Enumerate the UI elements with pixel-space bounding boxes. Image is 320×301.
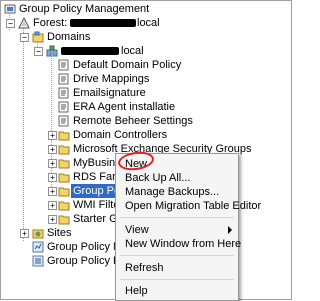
expand-icon[interactable]: + — [48, 145, 57, 154]
submenu-arrow-icon — [228, 226, 232, 234]
results-icon — [32, 255, 44, 267]
folder-icon — [58, 187, 70, 197]
domain-icon — [46, 45, 58, 57]
gpo-link-icon — [58, 87, 69, 99]
menu-separator — [120, 255, 234, 256]
menu-separator — [120, 217, 234, 218]
menu-separator — [120, 279, 234, 280]
tree-item-label: Remote Beheer Settings — [73, 115, 193, 127]
menu-item-help[interactable]: Help — [125, 284, 148, 298]
tree-item-label: Emailsignature — [73, 87, 146, 99]
expand-icon[interactable]: + — [48, 215, 57, 224]
context-menu: New Back Up All... Manage Backups... Ope… — [115, 153, 261, 301]
gpo-link-icon — [58, 59, 69, 71]
forest-label: Forest: — [33, 17, 68, 29]
folder-icon — [58, 131, 70, 141]
modeling-icon — [32, 241, 44, 253]
gpo-link-icon — [58, 115, 69, 127]
sites-icon — [32, 229, 44, 239]
expand-icon[interactable]: + — [48, 173, 57, 182]
forest-icon — [18, 17, 30, 29]
tree-item-label: Default Domain Policy — [73, 59, 182, 71]
gpo-link-icon — [58, 101, 69, 113]
menu-item-view[interactable]: View — [125, 223, 234, 237]
tree-item-label: ERA Agent installatie — [73, 101, 176, 113]
folder-icon — [58, 201, 70, 211]
menu-item-manage-backups[interactable]: Manage Backups... — [125, 185, 219, 199]
menu-item-view-label: View — [125, 224, 149, 236]
expand-icon[interactable]: + — [48, 159, 57, 168]
menu-item-refresh[interactable]: Refresh — [125, 261, 164, 275]
expand-icon[interactable]: + — [48, 187, 57, 196]
tree-forest[interactable]: − Forest: local — [4, 16, 284, 30]
menu-item-open-migration[interactable]: Open Migration Table Editor — [125, 199, 261, 213]
gpo-link-icon — [58, 73, 69, 85]
domains-icon — [32, 31, 44, 43]
expand-icon[interactable]: + — [48, 201, 57, 210]
folder-icon — [58, 145, 70, 155]
menu-item-new-window[interactable]: New Window from Here — [125, 237, 241, 251]
redacted-name — [70, 19, 136, 27]
tree-item-label: Drive Mappings — [73, 73, 150, 85]
gpm-icon — [4, 4, 16, 14]
expand-icon[interactable]: + — [48, 131, 57, 140]
domain-suffix: local — [121, 45, 144, 57]
menu-item-backup-all[interactable]: Back Up All... — [125, 171, 190, 185]
sites-label: Sites — [47, 227, 72, 239]
expand-icon[interactable]: + — [20, 229, 29, 238]
domains-label: Domains — [47, 31, 91, 43]
redacted-name — [61, 47, 119, 55]
folder-icon — [58, 159, 70, 169]
forest-suffix: local — [137, 17, 160, 29]
root-label: Group Policy Management — [19, 3, 150, 15]
collapse-icon[interactable]: − — [20, 33, 29, 42]
tree-line — [51, 53, 52, 191]
collapse-icon[interactable]: − — [6, 19, 15, 28]
tree-domain[interactable]: − local — [32, 44, 282, 58]
tree-line — [23, 27, 24, 241]
collapse-icon[interactable]: − — [34, 47, 43, 56]
tree-item-label: Domain Controllers — [73, 129, 168, 141]
folder-icon — [58, 215, 70, 225]
folder-icon — [58, 173, 70, 183]
